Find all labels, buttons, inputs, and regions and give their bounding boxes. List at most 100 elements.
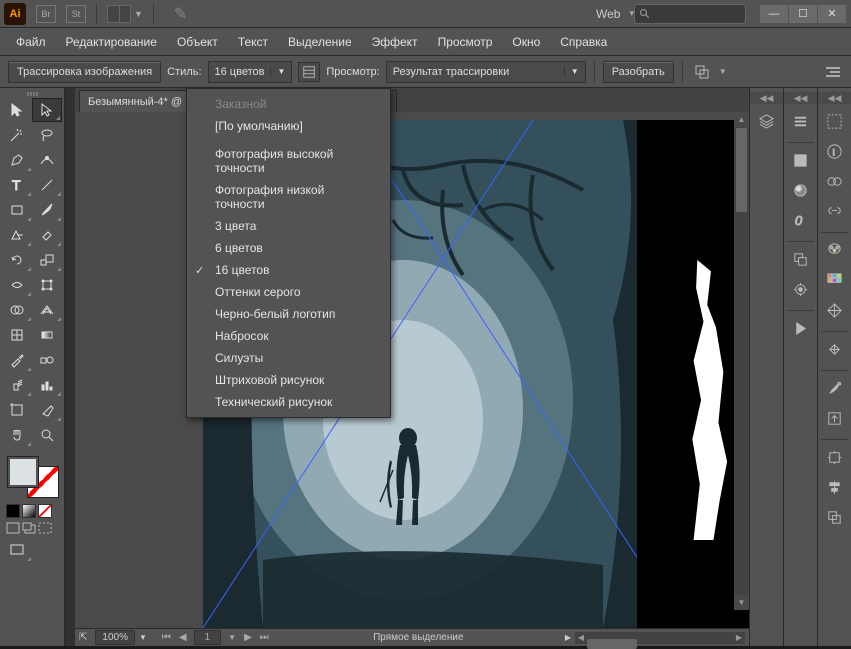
selection-tool[interactable] xyxy=(2,98,31,122)
paintbrush-tool[interactable] xyxy=(33,198,63,222)
scroll-thumb[interactable] xyxy=(587,639,637,649)
panel-menu-icon[interactable] xyxy=(821,67,843,77)
play-icon[interactable] xyxy=(788,315,814,341)
curvature-tool[interactable] xyxy=(33,148,63,172)
draw-normal[interactable] xyxy=(6,522,20,534)
screen-mode-tool[interactable] xyxy=(2,538,32,562)
chevron-down-icon[interactable]: ▼ xyxy=(225,633,239,642)
links-icon[interactable] xyxy=(822,198,848,224)
dropdown-item[interactable]: Набросок xyxy=(187,325,390,347)
brushes-icon[interactable] xyxy=(822,375,848,401)
direct-selection-tool[interactable] xyxy=(32,98,62,122)
panel-expand-icon[interactable]: ◀◀ xyxy=(750,92,783,104)
stock-icon[interactable]: St xyxy=(66,5,86,23)
first-page-icon[interactable]: ⏮ xyxy=(159,632,174,643)
asset-export-icon[interactable] xyxy=(822,405,848,431)
swatches-icon[interactable] xyxy=(822,267,848,293)
bridge-icon[interactable]: Br xyxy=(36,5,56,23)
style-dropdown[interactable]: 16 цветов▼ xyxy=(208,61,293,83)
properties-icon[interactable] xyxy=(788,108,814,134)
layers-icon[interactable] xyxy=(754,108,780,134)
dropdown-item[interactable]: Фотография низкой точности xyxy=(187,179,390,215)
dropdown-item[interactable]: Оттенки серого xyxy=(187,281,390,303)
menu-object[interactable]: Объект xyxy=(167,31,228,53)
blend-tool[interactable] xyxy=(33,348,63,372)
color-mode-gradient[interactable] xyxy=(22,504,36,518)
scroll-down-icon[interactable]: ▼ xyxy=(734,595,749,610)
info-icon[interactable]: i xyxy=(822,138,848,164)
trace-options-icon[interactable] xyxy=(298,62,320,82)
menu-file[interactable]: Файл xyxy=(6,31,56,53)
type-char-icon[interactable]: 0 xyxy=(788,207,814,233)
zoom-control[interactable]: 100%▼ xyxy=(95,630,147,645)
document-tab[interactable]: Безымянный-4* @ xyxy=(79,90,191,112)
rectangle-tool[interactable] xyxy=(2,198,32,222)
expand-button[interactable]: Разобрать xyxy=(603,61,674,83)
menu-edit[interactable]: Редактирование xyxy=(56,31,167,53)
gradient-tool[interactable] xyxy=(33,323,63,347)
transform-icon[interactable] xyxy=(691,62,713,82)
gpu-icon[interactable]: ✎ xyxy=(174,4,187,24)
fill-swatch[interactable] xyxy=(7,456,39,488)
pen-tool[interactable] xyxy=(2,148,32,172)
chevron-down-icon[interactable]: ▼ xyxy=(719,67,727,76)
line-tool[interactable] xyxy=(33,173,63,197)
zoom-tool[interactable] xyxy=(33,423,63,447)
dropdown-item[interactable]: 6 цветов xyxy=(187,237,390,259)
panel-grip[interactable] xyxy=(2,90,62,98)
panel-expand-icon[interactable]: ◀◀ xyxy=(784,92,817,104)
chevron-down-icon[interactable]: ▼ xyxy=(134,9,143,19)
free-transform-tool[interactable] xyxy=(33,273,63,297)
gradient-panel-icon[interactable] xyxy=(788,177,814,203)
page-field[interactable]: 1 xyxy=(194,630,222,645)
perspective-grid-tool[interactable] xyxy=(33,298,63,322)
width-tool[interactable] xyxy=(2,273,32,297)
symbols-icon[interactable] xyxy=(822,336,848,362)
menu-text[interactable]: Текст xyxy=(228,31,278,53)
transform-panel-icon[interactable] xyxy=(822,444,848,470)
shaper-tool[interactable] xyxy=(2,223,32,247)
magic-wand-tool[interactable] xyxy=(2,123,32,147)
menu-view[interactable]: Просмотр xyxy=(428,31,503,53)
arrange-documents-icon[interactable] xyxy=(107,5,131,23)
horizontal-scrollbar[interactable]: ◀ ▶ xyxy=(575,632,745,644)
lasso-tool[interactable] xyxy=(33,123,63,147)
dropdown-item[interactable]: 3 цвета xyxy=(187,215,390,237)
image-trace-button[interactable]: Трассировка изображения xyxy=(8,61,161,83)
symbol-sprayer-tool[interactable] xyxy=(2,373,32,397)
view-dropdown[interactable]: Результат трассировки▼ xyxy=(386,61,586,83)
scroll-right-icon[interactable]: ▶ xyxy=(733,633,745,642)
document-profile-label[interactable]: Web xyxy=(596,7,620,21)
next-page-icon[interactable]: ▶ xyxy=(241,632,255,643)
dropdown-item[interactable]: Силуэты xyxy=(187,347,390,369)
chevron-right-icon[interactable]: ▶ xyxy=(565,633,571,642)
type-tool[interactable]: T xyxy=(2,173,32,197)
hand-tool[interactable] xyxy=(2,423,32,447)
scale-tool[interactable] xyxy=(33,248,63,272)
dropdown-item[interactable]: Черно-белый логотип xyxy=(187,303,390,325)
prev-page-icon[interactable]: ◀ xyxy=(176,632,190,643)
menu-window[interactable]: Окно xyxy=(502,31,550,53)
menu-help[interactable]: Справка xyxy=(550,31,617,53)
align-icon[interactable] xyxy=(822,474,848,500)
shape-builder-tool[interactable] xyxy=(2,298,32,322)
appearance-icon[interactable] xyxy=(788,246,814,272)
dropdown-item[interactable]: Технический рисунок xyxy=(187,391,390,413)
search-input[interactable] xyxy=(634,4,746,24)
close-button[interactable]: ✕ xyxy=(817,4,847,24)
minimize-button[interactable]: — xyxy=(759,4,789,24)
color-mode-solid[interactable] xyxy=(6,504,20,518)
stroke-panel-icon[interactable] xyxy=(788,147,814,173)
draw-inside[interactable] xyxy=(38,522,52,534)
eraser-tool[interactable] xyxy=(33,223,63,247)
vertical-scrollbar[interactable]: ▲ ▼ xyxy=(734,112,749,610)
graphic-styles-icon[interactable] xyxy=(788,276,814,302)
scroll-left-icon[interactable]: ◀ xyxy=(575,633,587,642)
artboard-tool[interactable] xyxy=(2,398,32,422)
dropdown-item[interactable]: Фотография высокой точности xyxy=(187,143,390,179)
slice-tool[interactable] xyxy=(33,398,63,422)
dropdown-item[interactable]: [По умолчанию] xyxy=(187,115,390,137)
dropdown-item[interactable]: Штриховой рисунок xyxy=(187,369,390,391)
color-panel-icon[interactable] xyxy=(822,237,848,263)
maximize-button[interactable]: ☐ xyxy=(788,4,818,24)
